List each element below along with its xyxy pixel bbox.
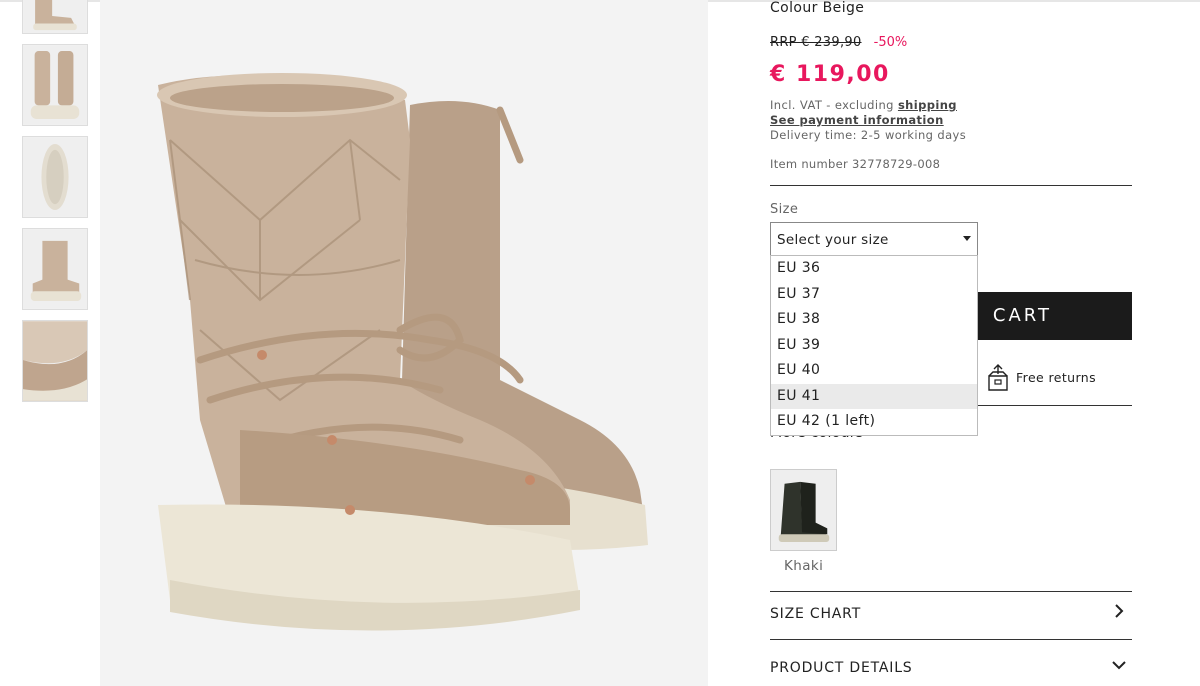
thumbnail-1[interactable] (22, 0, 88, 34)
rrp-price: RRP € 239,90 (770, 35, 862, 50)
swatch-label: Khaki (784, 558, 824, 574)
size-chart-toggle[interactable]: SIZE CHART (770, 592, 1132, 640)
product-details-label: PRODUCT DETAILS (770, 660, 913, 676)
sale-price: € 119,00 (770, 62, 890, 87)
divider (770, 639, 1132, 640)
size-label: Size (770, 202, 799, 217)
price-rrp-row: RRP € 239,90 -50% (770, 35, 907, 50)
item-number: Item number 32778729-008 (770, 157, 941, 171)
size-option[interactable]: EU 42 (1 left) (771, 409, 977, 435)
vat-note: Incl. VAT - excluding shipping (770, 98, 957, 112)
size-option[interactable]: EU 39 (771, 333, 977, 359)
size-option-highlighted[interactable]: EU 41 (771, 383, 977, 409)
product-details-toggle[interactable]: PRODUCT DETAILS (770, 646, 1132, 686)
size-select[interactable]: Select your size (770, 222, 978, 256)
thumbnail-5[interactable] (22, 320, 88, 402)
size-option[interactable]: EU 36 (771, 256, 977, 282)
product-main-image (100, 0, 708, 686)
returns-box-icon (988, 364, 1008, 391)
free-returns-label: Free returns (1016, 370, 1097, 385)
size-option[interactable]: EU 38 (771, 307, 977, 333)
size-option[interactable]: EU 37 (771, 282, 977, 308)
payment-info-link[interactable]: See payment information (770, 113, 944, 127)
chevron-down-icon (1112, 661, 1126, 670)
thumbnail-2[interactable] (22, 44, 88, 126)
thumbnail-3[interactable] (22, 136, 88, 218)
thumbnail-4[interactable] (22, 228, 88, 310)
khaki-boot-thumbnail (771, 470, 836, 550)
shipping-link[interactable]: shipping (898, 98, 957, 112)
divider (770, 185, 1132, 186)
add-to-cart-label: CART (992, 305, 1052, 326)
colour-label: Colour Beige (770, 0, 865, 16)
size-chart-label: SIZE CHART (770, 606, 862, 622)
colour-swatch-khaki[interactable] (770, 469, 837, 551)
size-option[interactable]: EU 40 (771, 358, 977, 384)
discount-badge: -50% (873, 35, 908, 50)
vat-text: Incl. VAT - excluding (770, 98, 894, 112)
caret-down-icon (963, 236, 971, 241)
chevron-right-icon (1115, 604, 1124, 618)
boots-illustration (157, 73, 648, 631)
size-select-value: Select your size (777, 232, 889, 248)
size-dropdown-list: EU 36 EU 37 EU 38 EU 39 EU 40 EU 41 EU 4… (770, 255, 978, 436)
delivery-time: Delivery time: 2-5 working days (770, 128, 967, 142)
